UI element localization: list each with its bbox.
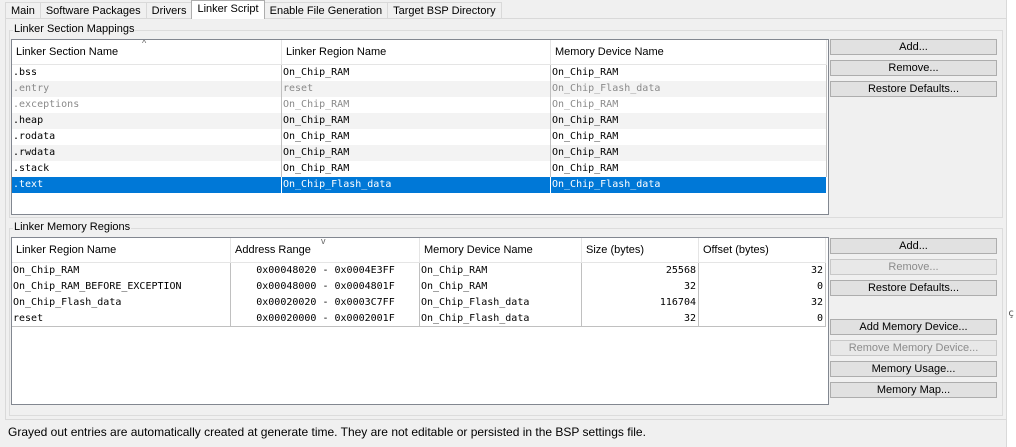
cell-section-name: .rwdata [12,145,282,161]
sort-descending-icon: v [321,237,326,246]
table-row[interactable]: .bss On_Chip_RAM On_Chip_RAM [12,65,827,81]
cell-region-name: On_Chip_RAM [12,263,231,279]
table-row[interactable]: .exceptions On_Chip_RAM On_Chip_RAM [12,97,827,113]
cell-memory-device: On_Chip_RAM [551,129,827,145]
cell-region-name: On_Chip_RAM [282,129,551,145]
tab-main[interactable]: Main [5,2,41,19]
column-header-size[interactable]: Size (bytes) [582,238,699,262]
cell-section-name: .text [12,177,282,193]
table-row[interactable]: .text On_Chip_Flash_data On_Chip_Flash_dat… [12,177,827,193]
group-title: Linker Memory Regions [13,221,132,233]
tab-enable-file-generation[interactable]: Enable File Generation [263,2,389,19]
table-row[interactable]: .heap On_Chip_RAM On_Chip_RAM [12,113,827,129]
table-row[interactable]: .rwdata On_Chip_RAM On_Chip_RAM [12,145,827,161]
table-header: Linker Region Name Address Range v Memor… [12,238,826,263]
cell-region-name: On_Chip_Flash_data [282,177,551,193]
cell-region-name: On_Chip_RAM [282,97,551,113]
cell-memory-device: On_Chip_RAM [551,113,827,129]
column-header-section-name[interactable]: Linker Section Name ^ [12,40,282,64]
cell-region-name: reset [282,81,551,97]
sort-ascending-icon: ^ [142,39,147,48]
cell-memory-device: On_Chip_Flash_data [420,295,582,311]
table-row[interactable]: On_Chip_Flash_data 0x00020020 - 0x0003C7F… [12,295,826,311]
column-header-address-range[interactable]: Address Range v [231,238,420,262]
footer-note: Grayed out entries are automatically cre… [8,425,646,439]
cell-section-name: .exceptions [12,97,282,113]
tab-target-bsp-directory[interactable]: Target BSP Directory [387,2,502,19]
window-edge: ç [1006,0,1016,447]
table-row[interactable]: .rodata On_Chip_RAM On_Chip_RAM [12,129,827,145]
column-header-offset[interactable]: Offset (bytes) [699,238,826,262]
restore-defaults-button[interactable]: Restore Defaults... [830,81,997,97]
cell-section-name: .bss [12,65,282,81]
cell-memory-device: On_Chip_RAM [551,65,827,81]
cell-address-range: 0x00020020 - 0x0003C7FF [231,295,420,311]
cell-size: 116704 [582,295,699,311]
column-header-region-name[interactable]: Linker Region Name [282,40,551,64]
cell-size: 32 [582,279,699,295]
cell-section-name: .rodata [12,129,282,145]
cell-section-name: .stack [12,161,282,177]
table-header: Linker Section Name ^ Linker Region Name… [12,40,827,65]
tab-linker-script[interactable]: Linker Script [191,0,265,19]
cell-offset: 0 [699,311,826,327]
edge-glyph: ç [1008,308,1015,319]
cell-address-range: 0x00020000 - 0x0002001F [231,311,420,327]
table-row[interactable]: .entry reset On_Chip_Flash_data [12,81,827,97]
cell-memory-device: On_Chip_Flash_data [551,177,827,193]
cell-region-name: On_Chip_Flash_data [12,295,231,311]
cell-memory-device: On_Chip_RAM [551,97,827,113]
cell-memory-device: On_Chip_RAM [420,279,582,295]
cell-region-name: On_Chip_RAM [282,145,551,161]
cell-memory-device: On_Chip_RAM [420,263,582,279]
cell-offset: 32 [699,295,826,311]
add-button[interactable]: Add... [830,39,997,55]
cell-region-name: On_Chip_RAM [282,113,551,129]
cell-region-name: reset [12,311,231,327]
cell-address-range: 0x00048020 - 0x0004E3FF [231,263,420,279]
cell-offset: 32 [699,263,826,279]
remove-button[interactable]: Remove... [830,60,997,76]
add-memory-device-button[interactable]: Add Memory Device... [830,319,997,335]
table-row[interactable]: reset 0x00020000 - 0x0002001F On_Chip_Flas… [12,311,826,327]
cell-region-name: On_Chip_RAM [282,65,551,81]
cell-memory-device: On_Chip_Flash_data [551,81,827,97]
cell-region-name: On_Chip_RAM_BEFORE_EXCEPTION [12,279,231,295]
cell-size: 25568 [582,263,699,279]
tab-bar: Main Software Packages Drivers Linker Sc… [5,0,502,19]
cell-address-range: 0x00048000 - 0x0004801F [231,279,420,295]
group-title: Linker Section Mappings [13,23,136,35]
table-row[interactable]: On_Chip_RAM 0x00048020 - 0x0004E3FF On_Chi… [12,263,826,279]
column-header-memory-device[interactable]: Memory Device Name [551,40,827,64]
linker-section-table[interactable]: Linker Section Name ^ Linker Region Name… [11,39,829,215]
table-row[interactable]: .stack On_Chip_RAM On_Chip_RAM [12,161,827,177]
remove-button: Remove... [830,259,997,275]
memory-map-button[interactable]: Memory Map... [830,382,997,398]
cell-section-name: .heap [12,113,282,129]
table-row[interactable]: On_Chip_RAM_BEFORE_EXCEPTION 0x00048000 -… [12,279,826,295]
cell-region-name: On_Chip_RAM [282,161,551,177]
memory-usage-button[interactable]: Memory Usage... [830,361,997,377]
restore-defaults-button[interactable]: Restore Defaults... [830,280,997,296]
remove-memory-device-button: Remove Memory Device... [830,340,997,356]
tab-drivers[interactable]: Drivers [145,2,193,19]
cell-memory-device: On_Chip_RAM [551,161,827,177]
cell-section-name: .entry [12,81,282,97]
cell-memory-device: On_Chip_Flash_data [420,311,582,327]
cell-memory-device: On_Chip_RAM [551,145,827,161]
cell-offset: 0 [699,279,826,295]
tab-software-packages[interactable]: Software Packages [39,2,147,19]
cell-size: 32 [582,311,699,327]
add-button[interactable]: Add... [830,238,997,254]
column-header-memory-device[interactable]: Memory Device Name [420,238,582,262]
column-header-region-name[interactable]: Linker Region Name [12,238,231,262]
memory-regions-table[interactable]: Linker Region Name Address Range v Memor… [11,237,829,405]
